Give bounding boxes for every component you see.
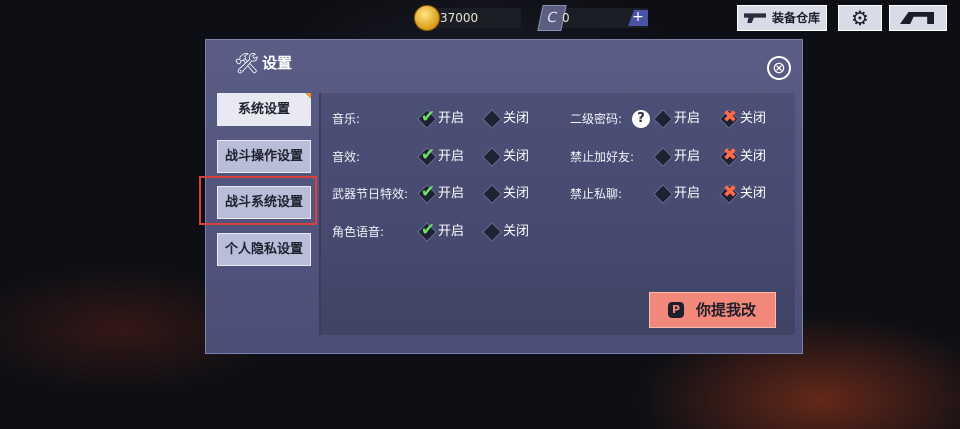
secondary-password-label: 二级密码: <box>570 112 623 126</box>
help-icon[interactable]: ? <box>632 110 650 128</box>
settings-button[interactable]: ⚙ <box>838 5 882 31</box>
tools-icon: 🛠 <box>234 51 260 75</box>
character-voice-label: 角色语音: <box>332 225 385 239</box>
option-label: 开启 <box>438 224 465 239</box>
cross-icon: ✖ <box>722 145 738 165</box>
exit-button[interactable] <box>889 5 947 31</box>
check-icon: ✔ <box>420 182 436 202</box>
music-label: 音乐: <box>332 112 361 126</box>
check-icon: ✔ <box>420 220 436 240</box>
option-label: 关闭 <box>740 186 767 201</box>
gold-coin-icon <box>414 5 440 31</box>
warehouse-label: 装备仓库 <box>771 11 820 25</box>
option-label: 关闭 <box>503 224 530 239</box>
cross-icon: ✖ <box>722 107 738 127</box>
gold-amount: 37000 <box>440 11 479 25</box>
cross-icon: ✖ <box>722 182 738 202</box>
option-label: 开启 <box>674 149 701 164</box>
block-private-chat-label: 禁止私聊: <box>570 187 623 201</box>
dialog-title-text: 设置 <box>262 54 293 72</box>
gear-icon: ⚙ <box>851 6 869 30</box>
gem-amount: 0 <box>562 11 570 25</box>
exit-icon <box>900 12 934 24</box>
option-label: 关闭 <box>503 186 530 201</box>
option-label: 开启 <box>674 111 701 126</box>
weapon-festival-effect-label: 武器节日特效: <box>332 187 409 201</box>
add-gem-button[interactable]: + <box>628 10 648 26</box>
option-label: 开启 <box>438 149 465 164</box>
close-icon[interactable]: ⊗ <box>767 56 791 80</box>
block-friend-requests-label: 禁止加好友: <box>570 150 635 164</box>
sfx-label: 音效: <box>332 150 361 164</box>
gun-icon <box>744 13 766 23</box>
feedback-button[interactable]: P 你提我改 <box>649 292 776 328</box>
option-label: 关闭 <box>740 111 767 126</box>
option-label: 关闭 <box>503 149 530 164</box>
tab-battle-controls[interactable]: 战斗操作设置 <box>217 140 311 173</box>
option-label: 开启 <box>438 186 465 201</box>
gem-counter: C 0 + <box>537 5 648 31</box>
equipment-warehouse-button[interactable]: 装备仓库 <box>737 5 827 31</box>
option-label: 开启 <box>438 111 465 126</box>
tab-system-settings[interactable]: 系统设置 <box>217 93 311 126</box>
feedback-label: 你提我改 <box>696 301 757 319</box>
option-label: 关闭 <box>503 111 530 126</box>
check-icon: ✔ <box>420 145 436 165</box>
option-label: 开启 <box>674 186 701 201</box>
option-label: 关闭 <box>740 149 767 164</box>
tab-privacy[interactable]: 个人隐私设置 <box>217 233 311 266</box>
feedback-icon: P <box>668 302 684 318</box>
check-icon: ✔ <box>420 107 436 127</box>
gold-counter: 37000 <box>414 5 521 31</box>
highlight-box <box>199 176 317 225</box>
